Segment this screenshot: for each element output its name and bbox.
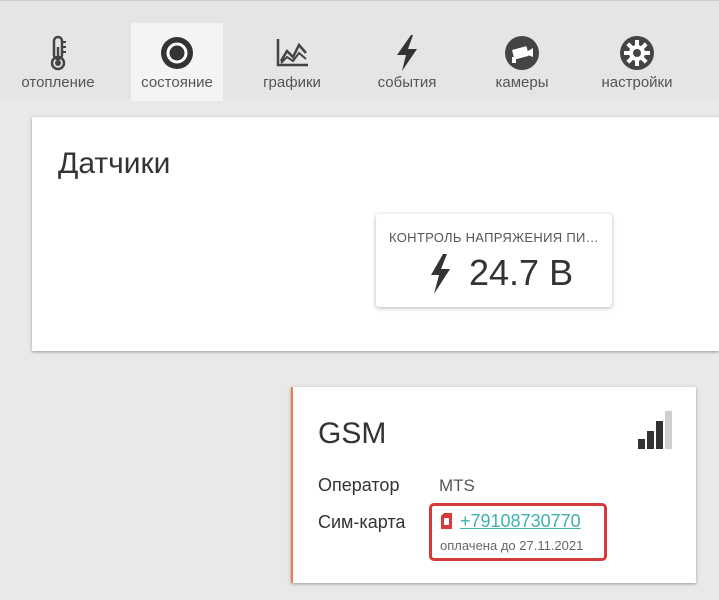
sim-label: Сим-карта	[318, 512, 406, 532]
tab-cameras-label: камеры	[495, 74, 549, 91]
tab-charts-label: графики	[263, 74, 321, 91]
chart-icon	[276, 39, 308, 67]
signal-bar	[647, 431, 654, 449]
operator-value: MTS	[439, 476, 475, 495]
gsm-panel: GSM Оператор MTS Сим-карта +79108730770 …	[291, 387, 696, 583]
tab-cameras[interactable]: камеры	[476, 23, 568, 101]
tab-heating[interactable]: отопление	[8, 23, 108, 101]
sim-number-link[interactable]: +79108730770	[460, 511, 581, 532]
tab-settings-label: настройки	[601, 74, 673, 91]
tab-settings[interactable]: настройки	[591, 23, 683, 101]
tab-status[interactable]: состояние	[131, 23, 223, 101]
tab-heating-label: отопление	[21, 74, 95, 91]
thermometer-icon	[50, 35, 66, 71]
gsm-title: GSM	[318, 417, 387, 450]
camera-icon	[505, 36, 539, 70]
operator-label: Оператор	[318, 475, 400, 495]
signal-bar	[656, 421, 663, 449]
sensor-value: 24.7 В	[469, 252, 574, 293]
navigation-bar: отопление состояние графики события каме…	[0, 0, 719, 101]
signal-bar	[665, 411, 672, 449]
lightning-icon	[431, 254, 450, 294]
tab-events-label: события	[377, 74, 437, 91]
signal-bar	[638, 439, 645, 449]
sim-card-icon	[441, 513, 452, 529]
tab-charts[interactable]: графики	[246, 23, 338, 101]
status-circle-icon	[161, 37, 193, 69]
lightning-icon	[397, 35, 417, 71]
sensor-name: КОНТРОЛЬ НАПРЯЖЕНИЯ ПИТАНИЯ	[389, 230, 603, 245]
tab-events[interactable]: события	[361, 23, 453, 101]
tab-status-label: состояние	[141, 74, 213, 91]
signal-strength-icon	[638, 411, 672, 449]
gear-icon	[620, 36, 654, 70]
sim-paid-until: оплачена до 27.11.2021	[440, 538, 584, 553]
sensors-title: Датчики	[58, 147, 171, 180]
voltage-sensor-card[interactable]: КОНТРОЛЬ НАПРЯЖЕНИЯ ПИТАНИЯ 24.7 В	[376, 214, 612, 307]
sensors-panel: Датчики КОНТРОЛЬ НАПРЯЖЕНИЯ ПИТАНИЯ 24.7…	[32, 117, 719, 351]
